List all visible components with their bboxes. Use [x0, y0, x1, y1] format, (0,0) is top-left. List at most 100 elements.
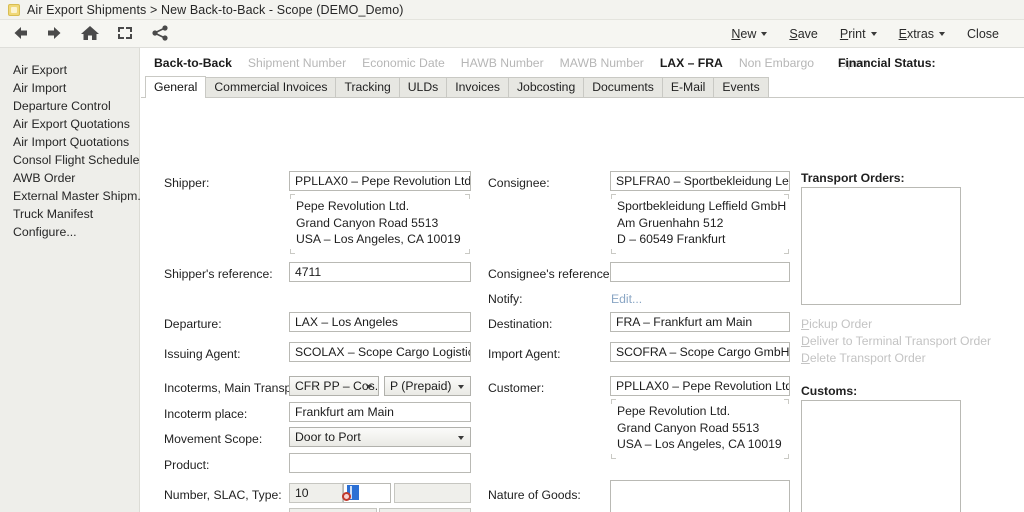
consignee-reference-label: Consignee's reference: — [488, 267, 613, 281]
menu-close[interactable]: Close — [956, 25, 1010, 43]
tab-bar: General Commercial Invoices Tracking ULD… — [141, 76, 1024, 98]
sidebar-item-truck-manifest[interactable]: Truck Manifest — [0, 205, 139, 223]
fullscreen-icon[interactable] — [113, 21, 137, 45]
menu-print[interactable]: Print — [829, 25, 888, 43]
gross-weight-input[interactable]: 100 kg — [289, 508, 377, 512]
sidebar-item-consol-flight-schedule[interactable]: Consol Flight Schedule — [0, 151, 139, 169]
departure-input[interactable]: LAX – Los Angeles — [289, 312, 471, 332]
chevron-down-icon — [458, 385, 464, 389]
tab-commercial-invoices[interactable]: Commercial Invoices — [205, 77, 337, 97]
consignee-reference-input[interactable] — [610, 262, 790, 282]
tab-email[interactable]: E-Mail — [661, 77, 715, 97]
incoterm-place-label: Incoterm place: — [164, 407, 248, 421]
movement-scope-value: Door to Port — [295, 430, 361, 444]
shipper-input[interactable]: PPLLAX0 – Pepe Revolution Ltd. — [289, 171, 471, 191]
product-label: Product: — [164, 458, 210, 472]
deliver-to-terminal-transport-order-action: Deliver to Terminal Transport Order — [801, 334, 992, 348]
notify-edit-link[interactable]: Edit... — [611, 292, 642, 306]
route: LAX – FRA — [659, 55, 723, 70]
chevron-down-icon — [761, 32, 768, 36]
share-icon[interactable] — [148, 21, 172, 45]
toolbar: New Save Print Extras Close — [0, 20, 1024, 48]
menu-extras-label: Extras — [898, 27, 935, 41]
customer-address: Pepe Revolution Ltd. Grand Canyon Road 5… — [617, 404, 782, 451]
incoterm-place-input[interactable]: Frankfurt am Main — [289, 402, 471, 422]
customs-list[interactable] — [801, 400, 961, 512]
menu-bar: New Save Print Extras Close — [720, 20, 1010, 48]
home-icon[interactable] — [78, 21, 102, 45]
sidebar-item-departure-control[interactable]: Departure Control — [0, 97, 139, 115]
destination-label: Destination: — [488, 317, 553, 331]
volume-input[interactable]: 0.156 m³ — [379, 508, 471, 512]
shipment-number: Shipment Number — [247, 55, 347, 70]
movement-scope-label: Movement Scope: — [164, 432, 263, 446]
sidebar-item-configure[interactable]: Configure... — [0, 223, 139, 241]
menu-close-label: Close — [967, 27, 999, 41]
tab-ulds[interactable]: ULDs — [398, 77, 448, 97]
menu-print-label: Print — [839, 27, 866, 41]
nature-of-goods-input[interactable] — [610, 480, 790, 512]
navigation-icons — [8, 21, 172, 45]
notify-label: Notify: — [488, 292, 523, 306]
tab-events[interactable]: Events — [713, 77, 769, 97]
title-bar: Air Export Shipments > New Back-to-Back … — [0, 0, 1024, 20]
sidebar: Air Export Air Import Departure Control … — [0, 48, 148, 512]
tab-jobcosting[interactable]: Jobcosting — [507, 77, 585, 97]
incoterms-payment-value: P (Prepaid) — [390, 379, 452, 393]
shipper-label: Shipper: — [164, 176, 210, 190]
shipper-address: Pepe Revolution Ltd. Grand Canyon Road 5… — [296, 199, 461, 246]
transport-orders-list[interactable] — [801, 187, 961, 305]
chevron-down-icon — [939, 32, 946, 36]
number-input[interactable]: 10 — [289, 483, 343, 503]
slac-error-indicator — [342, 492, 351, 501]
forward-icon[interactable] — [43, 21, 67, 45]
product-input[interactable] — [289, 453, 471, 473]
consignee-input[interactable]: SPLFRA0 – Sportbekleidung Leffield — [610, 171, 790, 191]
record-header: Back-to-Back Shipment Number Economic Da… — [141, 48, 1024, 77]
hawb-number: HAWB Number — [460, 55, 544, 70]
sidebar-item-air-export[interactable]: Air Export — [0, 61, 139, 79]
sidebar-item-external-master-shipment[interactable]: External Master Shipm... — [0, 187, 148, 205]
window-title: Air Export Shipments > New Back-to-Back … — [27, 2, 404, 17]
number-slac-type-label: Number, SLAC, Type: — [164, 488, 282, 502]
sidebar-item-air-export-quotations[interactable]: Air Export Quotations — [0, 115, 139, 133]
customer-input[interactable]: PPLLAX0 – Pepe Revolution Ltd. — [610, 376, 790, 396]
sidebar-item-awb-order[interactable]: AWB Order — [0, 169, 139, 187]
menu-extras[interactable]: Extras — [888, 25, 956, 43]
nature-of-goods-label: Nature of Goods: — [488, 488, 581, 502]
chevron-down-icon — [366, 385, 372, 389]
mawb-number: MAWB Number — [559, 55, 644, 70]
departure-label: Departure: — [164, 317, 222, 331]
content-area: Back-to-Back Shipment Number Economic Da… — [141, 48, 1024, 512]
chevron-down-icon — [870, 32, 877, 36]
incoterms-payment-select[interactable]: P (Prepaid) — [384, 376, 471, 396]
sidebar-item-air-import-quotations[interactable]: Air Import Quotations — [0, 133, 139, 151]
issuing-agent-input[interactable]: SCOLAX – Scope Cargo Logistics Ltd. — [289, 342, 471, 362]
menu-new-label: New — [731, 27, 757, 41]
import-agent-input[interactable]: SCOFRA – Scope Cargo GmbH Frank — [610, 342, 790, 362]
transport-orders-label: Transport Orders: — [801, 171, 905, 185]
sidebar-item-air-import[interactable]: Air Import — [0, 79, 139, 97]
incoterms-label: Incoterms, Main Transport: — [164, 381, 309, 395]
type-input[interactable] — [394, 483, 471, 503]
import-agent-label: Import Agent: — [488, 347, 561, 361]
tab-tracking[interactable]: Tracking — [335, 77, 400, 97]
back-icon[interactable] — [8, 21, 32, 45]
destination-input[interactable]: FRA – Frankfurt am Main — [610, 312, 790, 332]
customs-label: Customs: — [801, 384, 858, 398]
general-form: Shipper: PPLLAX0 – Pepe Revolution Ltd. … — [141, 98, 1024, 512]
incoterms-select[interactable]: CFR PP – Cos... — [289, 376, 379, 396]
movement-scope-select[interactable]: Door to Port — [289, 427, 471, 447]
menu-save-label: Save — [789, 27, 818, 41]
menu-new[interactable]: New — [720, 25, 778, 43]
menu-save[interactable]: Save — [778, 25, 829, 43]
record-type: Back-to-Back — [154, 55, 232, 70]
tab-invoices[interactable]: Invoices — [446, 77, 509, 97]
consignee-label: Consignee: — [488, 176, 550, 190]
issuing-agent-label: Issuing Agent: — [164, 347, 241, 361]
consignee-address: Sportbekleidung Leffield GmbH Am Gruenha… — [617, 199, 787, 246]
tab-documents[interactable]: Documents — [583, 77, 663, 97]
shipper-reference-input[interactable]: 4711 — [289, 262, 471, 282]
tab-general[interactable]: General — [145, 76, 207, 98]
financial-status-label: Financial Status: — [838, 55, 936, 70]
